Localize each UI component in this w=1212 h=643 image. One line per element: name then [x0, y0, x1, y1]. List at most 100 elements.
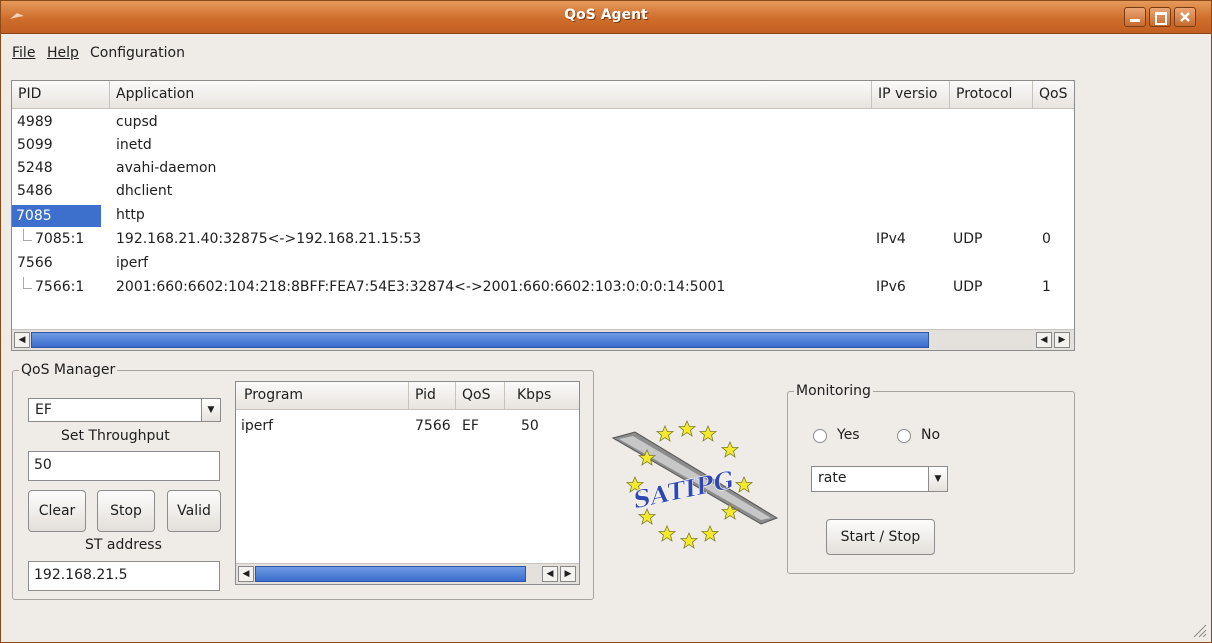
arrow-left-icon: ◀	[1040, 335, 1048, 345]
monitoring-title: Monitoring	[796, 383, 871, 399]
qos-cell: EF	[462, 418, 479, 434]
title-bar[interactable]: QoS Agent	[1, 1, 1211, 34]
pid-cell: 4989	[17, 114, 53, 130]
process-table-hscrollbar[interactable]: ◀ ◀ ▶	[12, 329, 1074, 350]
application-cell: cupsd	[116, 114, 158, 130]
start-stop-button[interactable]: Start / Stop	[826, 519, 935, 555]
pid-cell-selected: 7085	[12, 205, 101, 227]
application-cell: avahi-daemon	[116, 160, 217, 176]
application-cell: inetd	[116, 137, 152, 153]
kbps-cell: 50	[521, 418, 539, 434]
yes-label[interactable]: Yes	[837, 427, 860, 443]
maximize-button[interactable]	[1149, 7, 1171, 27]
application-cell: 2001:660:6602:104:218:8BFF:FEA7:54E3:328…	[116, 279, 726, 295]
process-row[interactable]: 4989 cupsd	[12, 112, 1074, 135]
pid-cell: 7566	[415, 418, 451, 434]
connection-row[interactable]: 7085:1 192.168.21.40:32875<->192.168.21.…	[12, 229, 1074, 252]
arrow-right-icon: ▶	[1058, 335, 1066, 345]
qos-agent-window: QoS Agent File Help Configuration PID Ap…	[0, 0, 1212, 643]
pid-cell: 5486	[17, 183, 53, 199]
stop-button[interactable]: Stop	[97, 490, 155, 532]
qos-class-value: EF	[35, 402, 52, 418]
scroll-left-button[interactable]: ◀	[14, 332, 30, 348]
st-address-label: ST address	[85, 537, 162, 553]
qos-assignments-table[interactable]: Program Pid QoS Kbps iperf 7566 EF 50 ◀ …	[235, 381, 580, 585]
protocol-cell: UDP	[953, 231, 983, 247]
st-address-field[interactable]: 192.168.21.5	[28, 561, 220, 591]
window-title: QoS Agent	[564, 7, 648, 23]
menu-help[interactable]: Help	[47, 45, 79, 61]
menu-help-label: Help	[47, 45, 79, 61]
ip-version-cell: IPv6	[876, 279, 906, 295]
qos-table-hscrollbar[interactable]: ◀ ◀ ▶	[236, 563, 579, 584]
no-radio[interactable]	[897, 429, 911, 443]
throughput-field[interactable]: 50	[28, 451, 220, 481]
ip-version-cell: IPv4	[876, 231, 906, 247]
resize-grip-icon[interactable]	[1191, 622, 1207, 638]
qos-cell: 0	[1042, 231, 1051, 247]
pid-cell: 7566:1	[35, 279, 85, 295]
application-cell: 192.168.21.40:32875<->192.168.21.15:53	[116, 231, 422, 247]
minimize-button[interactable]	[1124, 7, 1146, 27]
column-header-kbps[interactable]: Kbps	[505, 382, 579, 410]
chevron-down-icon: ▼	[928, 467, 947, 491]
column-header-qos[interactable]: QoS	[1033, 81, 1074, 109]
pid-cell: 7085:1	[35, 231, 85, 247]
column-header-ip-version[interactable]: IP versio	[872, 81, 950, 109]
pid-cell: 5248	[17, 160, 53, 176]
column-header-protocol[interactable]: Protocol	[950, 81, 1033, 109]
close-button[interactable]	[1174, 7, 1196, 27]
column-header-application[interactable]: Application	[110, 81, 872, 109]
pid-cell: 7566	[17, 255, 53, 271]
process-row[interactable]: 5486 dhclient	[12, 181, 1074, 204]
minimize-icon	[1130, 19, 1140, 22]
no-label[interactable]: No	[921, 427, 940, 443]
arrow-right-icon: ▶	[564, 569, 572, 579]
process-tree-table[interactable]: PID Application IP versio Protocol QoS 4…	[11, 80, 1075, 351]
process-row-selected[interactable]: 7085 http	[12, 205, 1074, 228]
close-icon	[1180, 12, 1190, 22]
column-header-pid[interactable]: PID	[12, 81, 110, 109]
qos-manager-title: QoS Manager	[21, 362, 116, 378]
protocol-cell: UDP	[953, 279, 983, 295]
scroll-left-button-2[interactable]: ◀	[1036, 332, 1052, 348]
arrow-left-icon: ◀	[18, 335, 26, 345]
application-cell: iperf	[116, 255, 149, 271]
table-row[interactable]: iperf 7566 EF 50	[236, 416, 579, 439]
menu-file[interactable]: File	[12, 45, 35, 61]
satipg-logo: SATIPG	[611, 420, 779, 549]
program-cell: iperf	[241, 418, 274, 434]
scroll-left-button-2[interactable]: ◀	[542, 566, 558, 582]
application-cell: dhclient	[116, 183, 173, 199]
monitoring-mode-select[interactable]: rate ▼	[811, 466, 948, 492]
application-cell: http	[116, 207, 145, 223]
connection-row[interactable]: 7566:1 2001:660:6602:104:218:8BFF:FEA7:5…	[12, 277, 1074, 300]
arrow-left-icon: ◀	[242, 569, 250, 579]
yes-radio[interactable]	[813, 429, 827, 443]
clear-button[interactable]: Clear	[28, 490, 86, 532]
chevron-down-icon: ▼	[201, 399, 220, 421]
menu-file-label: File	[12, 45, 36, 61]
scroll-right-button[interactable]: ▶	[1054, 332, 1070, 348]
process-row[interactable]: 5248 avahi-daemon	[12, 158, 1074, 181]
arrow-left-icon: ◀	[546, 569, 554, 579]
column-header-qos[interactable]: QoS	[456, 382, 505, 410]
monitoring-mode-value: rate	[818, 470, 847, 486]
pid-cell: 5099	[17, 137, 53, 153]
set-throughput-label: Set Throughput	[61, 428, 170, 444]
scroll-left-button[interactable]: ◀	[238, 566, 254, 582]
column-header-program[interactable]: Program	[236, 382, 409, 410]
qos-class-select[interactable]: EF ▼	[28, 398, 221, 422]
tree-branch-line	[23, 277, 32, 289]
process-row[interactable]: 5099 inetd	[12, 135, 1074, 158]
scroll-thumb[interactable]	[31, 332, 929, 348]
valid-button[interactable]: Valid	[167, 490, 221, 532]
tree-branch-line	[23, 229, 32, 241]
menu-configuration[interactable]: Configuration	[90, 45, 185, 61]
scroll-right-button[interactable]: ▶	[560, 566, 576, 582]
process-row[interactable]: 7566 iperf	[12, 253, 1074, 276]
qos-cell: 1	[1042, 279, 1051, 295]
column-header-pid[interactable]: Pid	[409, 382, 456, 410]
maximize-icon	[1155, 12, 1167, 25]
scroll-thumb[interactable]	[255, 566, 526, 582]
